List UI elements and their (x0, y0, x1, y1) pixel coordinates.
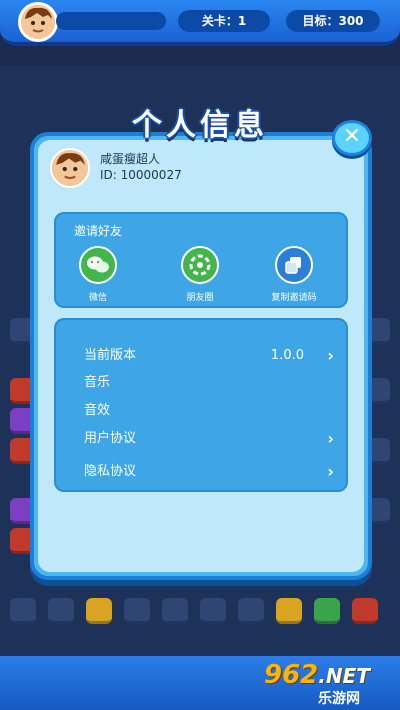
board-tile (10, 598, 36, 624)
board-tile (238, 598, 264, 624)
moments-share-button[interactable]: 朋友圈 (168, 246, 232, 303)
version-value: 1.0.0 (270, 348, 304, 363)
wechat-share-label: 微信 (88, 293, 107, 303)
board-tile (276, 598, 302, 624)
wechat-icon (79, 246, 117, 284)
player-avatar[interactable] (18, 2, 58, 42)
settings-row-user-agreement[interactable]: 用户协议 › (84, 428, 340, 450)
player-name-bar (56, 12, 166, 30)
board-tile (314, 598, 340, 624)
music-label: 音乐 (84, 375, 111, 390)
privacy-label: 隐私协议 (84, 464, 137, 479)
board-tile (162, 598, 188, 624)
level-indicator: 关卡：1 (178, 10, 270, 32)
watermark: 962.NET 乐游网 (264, 660, 392, 707)
board-tile (124, 598, 150, 624)
settings-row-privacy[interactable]: 隐私协议 › (84, 461, 340, 483)
target-score: 目标：300 (286, 10, 380, 32)
moments-share-label: 朋友圈 (186, 293, 214, 303)
profile-name: 咸蛋瘦超人 (100, 152, 161, 166)
profile-avatar (50, 148, 90, 188)
board-tile (200, 598, 226, 624)
watermark-logo: 962.NET (264, 660, 370, 690)
close-button[interactable]: ✕ (332, 120, 372, 156)
settings-row-music[interactable]: 音乐 (84, 372, 340, 394)
copy-invite-code-label: 复制邀请码 (271, 293, 317, 303)
board-tile (48, 598, 74, 624)
board-tile (86, 598, 112, 624)
user-agreement-label: 用户协议 (84, 431, 137, 446)
top-hud: 关卡：1 目标：300 (0, 0, 400, 46)
close-icon: ✕ (342, 124, 362, 149)
sound-label: 音效 (84, 403, 111, 418)
chevron-right-icon: › (327, 346, 334, 365)
profile-id: ID: 10000027 (100, 168, 182, 182)
wechat-share-button[interactable]: 微信 (66, 246, 130, 303)
board-tile (352, 598, 378, 624)
settings-row-sound[interactable]: 音效 (84, 400, 340, 422)
invite-title: 邀请好友 (74, 224, 123, 238)
moments-icon (181, 246, 219, 284)
copy-icon (275, 246, 313, 284)
chevron-right-icon: › (327, 462, 334, 481)
watermark-subtitle: 乐游网 (318, 691, 360, 707)
version-label: 当前版本 (84, 348, 137, 363)
chevron-right-icon: › (327, 429, 334, 448)
settings-row-version[interactable]: 当前版本 1.0.0 › (84, 345, 340, 367)
copy-invite-code-button[interactable]: 复制邀请码 (262, 246, 326, 303)
